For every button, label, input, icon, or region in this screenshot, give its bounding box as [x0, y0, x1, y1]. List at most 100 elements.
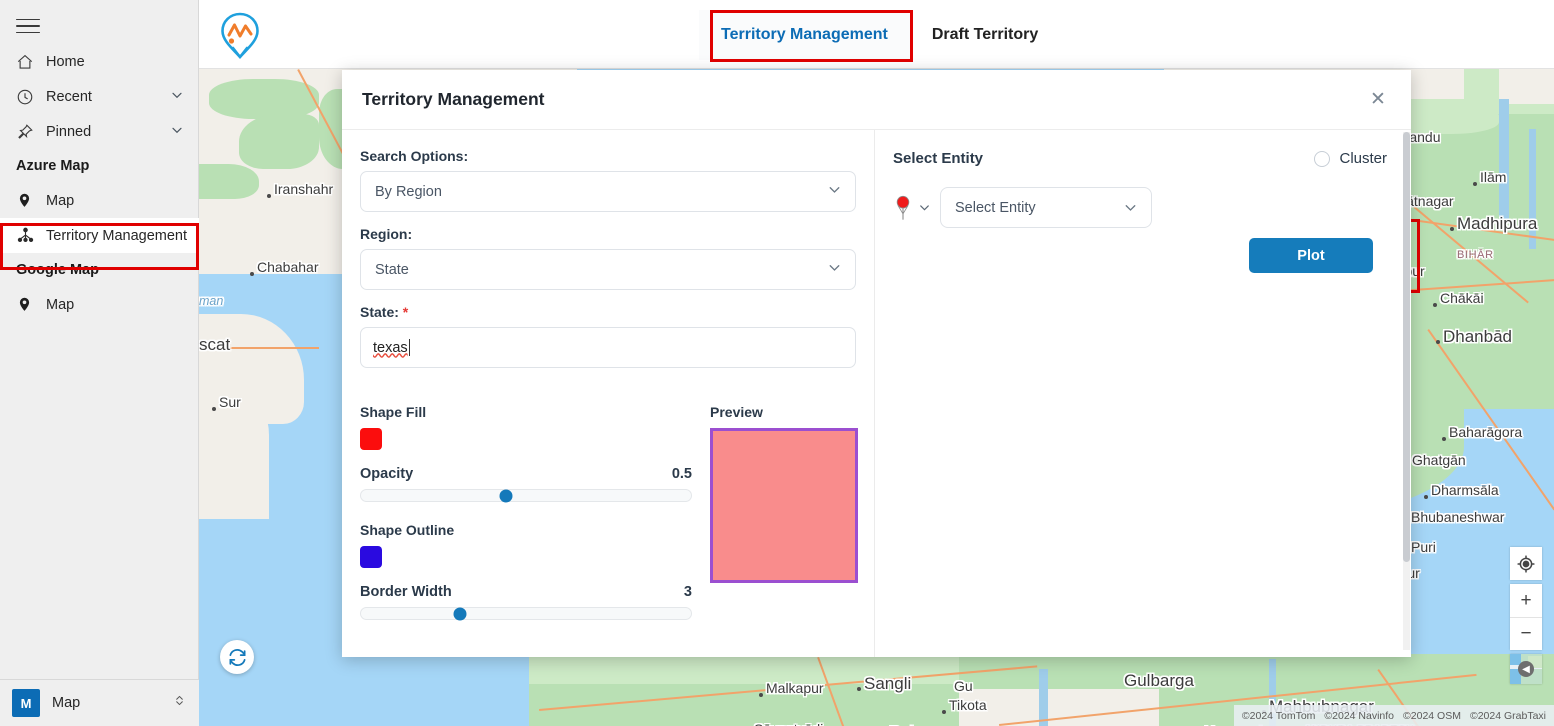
entity-select[interactable]: Select Entity	[940, 187, 1152, 228]
sidebar-footer-label: Map	[52, 695, 81, 711]
shape-outline-color-swatch[interactable]	[360, 546, 382, 568]
attribution-item: ©2024 Navinfo	[1324, 709, 1395, 722]
state-input[interactable]: texas	[360, 327, 856, 368]
border-width-value: 3	[683, 584, 692, 600]
sidebar-item-label: Recent	[46, 88, 92, 105]
location-pin-icon	[16, 192, 40, 209]
entity-row: Select Entity	[893, 187, 1387, 228]
map-city-dot	[1442, 437, 1446, 441]
region-value: State	[375, 261, 409, 278]
shape-fill-color-swatch[interactable]	[360, 428, 382, 450]
search-options-select[interactable]: By Region	[360, 171, 856, 212]
map-pin-logo	[221, 12, 259, 59]
map-place-label: Puri	[1411, 539, 1436, 555]
map-place-label: Sur	[219, 394, 241, 410]
map-badge: M	[12, 689, 40, 717]
region-select[interactable]: State	[360, 249, 856, 290]
chevron-down-icon	[1125, 205, 1136, 211]
map-place-label: Dhanbād	[1443, 327, 1513, 346]
chevron-left-icon: ◀	[1518, 661, 1534, 677]
border-width-slider-knob[interactable]	[453, 607, 467, 620]
close-icon[interactable]: ✕	[1365, 87, 1391, 113]
shape-fill-label: Shape Fill	[360, 404, 427, 420]
map-place-label: Bhubaneshwar	[1411, 509, 1505, 525]
top-nav-tabs[interactable]: Territory Management Draft Territory	[699, 0, 1060, 69]
cluster-radio[interactable]	[1314, 150, 1331, 167]
search-options-label: Search Options:	[360, 148, 469, 164]
sidebar-item-label: Map	[46, 296, 75, 313]
map-place-label: Chabahar	[257, 259, 319, 275]
my-location-icon	[1517, 554, 1535, 573]
sidebar-item-google-map[interactable]: Map	[0, 287, 199, 322]
map-city-dot	[1473, 182, 1477, 186]
map-city-dot	[1424, 495, 1428, 499]
opacity-slider-knob[interactable]	[499, 489, 513, 502]
map-place-label: Tikota	[949, 697, 987, 713]
region-label: Region:	[360, 226, 413, 242]
sidebar-item-pinned[interactable]: Pinned	[0, 114, 199, 149]
map-controls[interactable]: + − ◀	[1510, 547, 1542, 684]
map-place-label: Gu	[954, 678, 973, 694]
border-width-label: Border Width	[360, 584, 452, 600]
map-refresh-button[interactable]	[220, 640, 254, 674]
dialog-scrollbar-thumb[interactable]	[1403, 132, 1410, 562]
chevron-down-icon[interactable]	[169, 87, 185, 107]
map-city-dot	[267, 194, 271, 198]
opacity-value: 0.5	[671, 466, 692, 482]
map-place-label: Iranshahr	[274, 181, 334, 197]
map-style-toggle[interactable]: ◀	[1510, 654, 1542, 684]
pin-icon	[16, 123, 40, 141]
opacity-slider[interactable]	[360, 489, 692, 502]
opacity-label: Opacity	[360, 466, 414, 482]
map-place-label: Chākāi	[1440, 290, 1484, 306]
map-place-label: Ilām	[1480, 169, 1507, 185]
dialog-scrollbar[interactable]	[1403, 132, 1410, 650]
entity-select-value: Select Entity	[955, 199, 1036, 216]
dialog-left-panel: Search Options: By Region Region: State	[342, 130, 874, 657]
preview-label: Preview	[710, 404, 763, 420]
pin-color-picker[interactable]	[893, 195, 932, 221]
top-bar: Territory Management Draft Territory	[199, 0, 1554, 69]
chevron-down-icon[interactable]	[169, 122, 185, 142]
sidebar-item-label: Territory Management	[46, 227, 188, 244]
clock-icon	[16, 88, 40, 106]
sidebar-item-territory-management[interactable]: Territory Management	[0, 218, 199, 253]
sidebar-item-azure-map[interactable]: Map	[0, 183, 199, 218]
border-width-slider[interactable]	[360, 607, 692, 620]
map-place-label: Sangli	[864, 674, 912, 693]
map-place-label: Dharmsāla	[1431, 482, 1499, 498]
expand-collapse-icon[interactable]	[172, 692, 187, 714]
zoom-in-button[interactable]: +	[1510, 584, 1542, 617]
state-input-value: texas	[373, 339, 408, 356]
hamburger-icon[interactable]	[12, 12, 44, 40]
opacity-row: Opacity 0.5	[360, 466, 692, 482]
plot-button[interactable]: Plot	[1249, 238, 1373, 273]
location-pin-icon	[16, 296, 40, 313]
map-place-label: Malkapur	[766, 680, 824, 696]
tab-territory-management[interactable]: Territory Management	[699, 9, 910, 60]
sidebar-footer-map-switcher[interactable]: M Map	[0, 679, 199, 726]
map-place-label: BIHĀR	[1457, 249, 1494, 261]
dialog-right-panel: Select Entity Cluster Select Entity Plot	[875, 130, 1411, 657]
shape-outline-label: Shape Outline	[360, 522, 455, 538]
map-city-dot	[1433, 303, 1437, 307]
home-icon	[16, 53, 40, 71]
sidebar-item-recent[interactable]: Recent	[0, 79, 199, 114]
zoom-out-button[interactable]: −	[1510, 617, 1542, 650]
cluster-label: Cluster	[1339, 150, 1387, 167]
sidebar-group-azure-map: Azure Map	[16, 158, 90, 174]
territory-icon	[16, 226, 40, 245]
text-caret	[408, 339, 410, 356]
tab-draft-territory[interactable]: Draft Territory	[910, 10, 1060, 60]
required-marker: *	[402, 304, 409, 320]
map-place-label: Madhipura	[1457, 214, 1538, 233]
dialog-header: Territory Management ✕	[342, 70, 1411, 130]
sidebar-item-home[interactable]: Home	[0, 44, 199, 79]
sidebar: Home Recent Pinned Azure Map Map Territo…	[0, 0, 199, 726]
cluster-option[interactable]: Cluster	[1314, 150, 1387, 167]
my-location-button[interactable]	[1510, 547, 1542, 580]
refresh-icon	[229, 648, 245, 666]
sidebar-item-label: Pinned	[46, 123, 92, 140]
territory-management-dialog: Territory Management ✕ Search Options: B…	[342, 70, 1411, 657]
shape-preview	[710, 428, 858, 583]
